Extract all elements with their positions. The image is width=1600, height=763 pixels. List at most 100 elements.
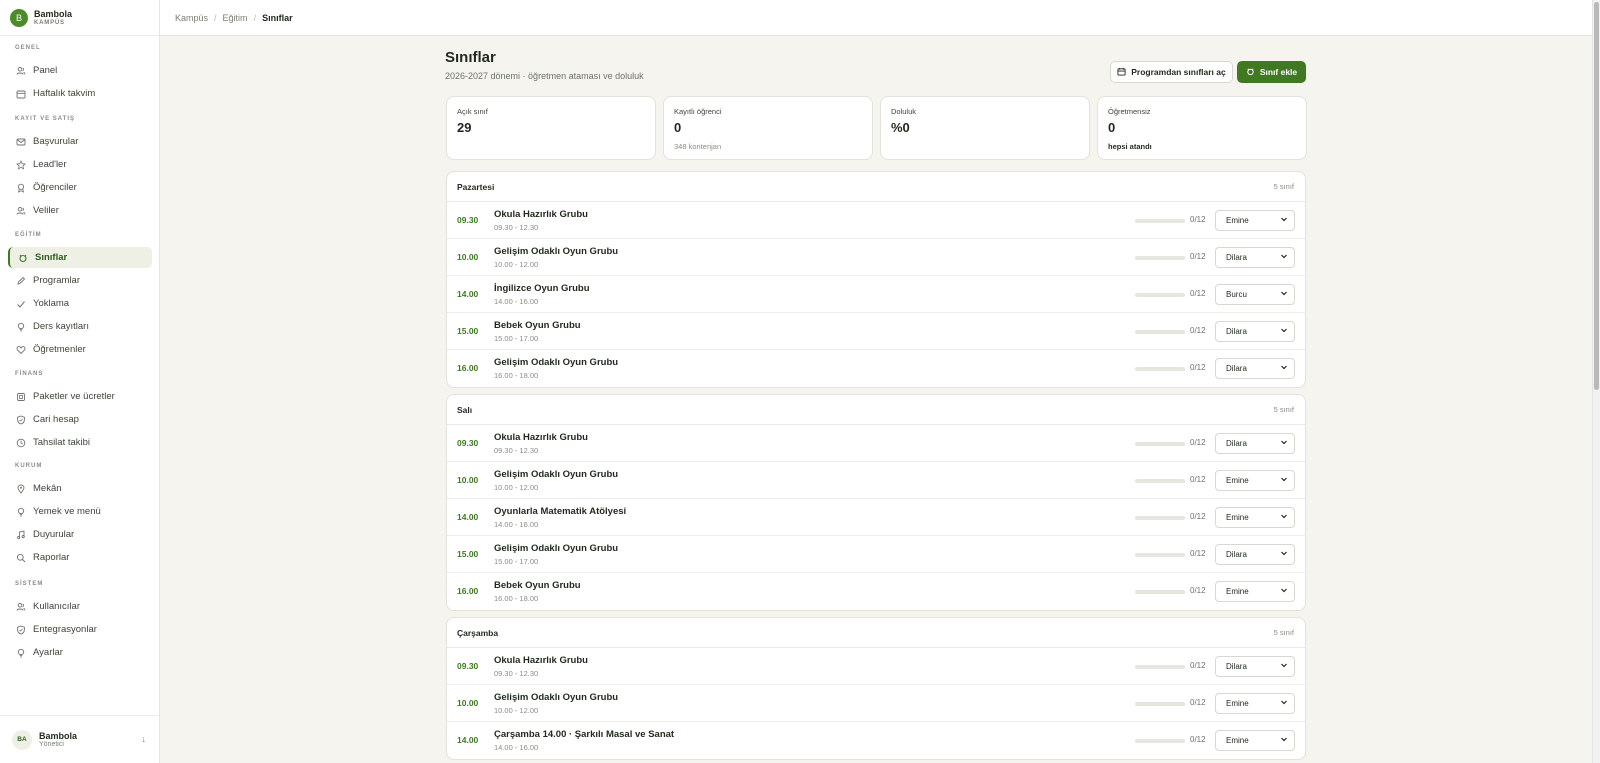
sidebar-item[interactable]: Raporlar — [8, 547, 152, 568]
teacher-select-value: Dilara — [1226, 439, 1247, 448]
stat-label: Açık sınıf — [457, 107, 488, 116]
sidebar-item[interactable]: Mekân — [8, 478, 152, 499]
class-row[interactable]: 09.30 Okula Hazırlık Grubu 09.30 - 12.30 0/… — [447, 202, 1305, 239]
class-time: 10.00 — [457, 252, 479, 262]
sidebar-item[interactable]: Haftalık takvim — [8, 83, 152, 104]
sidebar-item-label: Cari hesap — [33, 414, 79, 425]
teacher-select-value: Dilara — [1226, 662, 1247, 671]
class-row[interactable]: 09.30 Okula Hazırlık Grubu 09.30 - 12.30 0/… — [447, 425, 1305, 462]
class-title[interactable]: Okula Hazırlık Grubu — [494, 432, 588, 443]
day-class-count: 5 sınıf — [1273, 405, 1294, 414]
class-title[interactable]: Gelişim Odaklı Oyun Grubu — [494, 469, 618, 480]
star-icon — [16, 159, 26, 170]
class-row[interactable]: 16.00 Gelişim Odaklı Oyun Grubu 16.00 - 18… — [447, 350, 1305, 387]
teacher-select[interactable]: Emine — [1215, 730, 1295, 751]
sidebar-item[interactable]: Öğrenciler — [8, 177, 152, 198]
class-title[interactable]: Gelişim Odaklı Oyun Grubu — [494, 357, 618, 368]
teacher-select[interactable]: Dilara — [1215, 247, 1295, 268]
class-row[interactable]: 09.30 Okula Hazırlık Grubu 09.30 - 12.30 0/… — [447, 648, 1305, 685]
class-title[interactable]: Gelişim Odaklı Oyun Grubu — [494, 543, 618, 554]
stat-value: %0 — [891, 120, 910, 135]
class-title[interactable]: Bebek Oyun Grubu — [494, 580, 581, 591]
sidebar-item[interactable]: Veliler — [8, 200, 152, 221]
brand-logo: B — [10, 8, 28, 27]
chevron-down-icon — [1280, 215, 1288, 225]
teacher-select[interactable]: Dilara — [1215, 358, 1295, 379]
scrollbar-thumb[interactable] — [1594, 2, 1599, 390]
class-title[interactable]: Bebek Oyun Grubu — [494, 320, 581, 331]
day-card: Salı 5 sınıf 09.30 Okula Hazırlık Grubu 09.3… — [446, 394, 1306, 611]
teacher-select[interactable]: Dilara — [1215, 321, 1295, 342]
class-title[interactable]: Gelişim Odaklı Oyun Grubu — [494, 246, 618, 257]
sidebar-item[interactable]: Paketler ve ücretler — [8, 386, 152, 407]
class-title[interactable]: Oyunlarla Matematik Atölyesi — [494, 506, 626, 517]
breadcrumb-education[interactable]: Eğitim — [223, 13, 248, 23]
sidebar-item-label: Yoklama — [33, 298, 70, 309]
sidebar-item[interactable]: Yemek ve menü — [8, 501, 152, 522]
occupancy-bar — [1135, 739, 1185, 743]
sidebar-item[interactable]: Sınıflar — [8, 247, 152, 268]
teacher-select[interactable]: Emine — [1215, 581, 1295, 602]
sidebar-item[interactable]: Yoklama — [8, 293, 152, 314]
scrollbar[interactable] — [1592, 0, 1600, 763]
occupancy-count: 0/12 — [1190, 586, 1206, 595]
occupancy-count: 0/12 — [1190, 549, 1206, 558]
class-row[interactable]: 15.00 Bebek Oyun Grubu 15.00 - 17.00 0/12 Di… — [447, 313, 1305, 350]
teacher-select[interactable]: Dilara — [1215, 656, 1295, 677]
sidebar-item[interactable]: Entegrasyonlar — [8, 619, 152, 640]
occupancy-bar — [1135, 219, 1185, 223]
class-title[interactable]: İngilizce Oyun Grubu — [494, 283, 590, 294]
class-row[interactable]: 10.00 Gelişim Odaklı Oyun Grubu 10.00 - 12… — [447, 239, 1305, 276]
sidebar-item[interactable]: Cari hesap — [8, 409, 152, 430]
sidebar-item[interactable]: Öğretmenler — [8, 339, 152, 360]
brand[interactable]: B Bambola KAMPÜS — [0, 0, 159, 36]
class-row[interactable]: 10.00 Gelişim Odaklı Oyun Grubu 10.00 - 12… — [447, 685, 1305, 722]
class-row[interactable]: 16.00 Bebek Oyun Grubu 16.00 - 18.00 0/12 Em… — [447, 573, 1305, 610]
teacher-select-value: Dilara — [1226, 253, 1247, 262]
class-icon — [18, 253, 28, 263]
teacher-select[interactable]: Emine — [1215, 507, 1295, 528]
pencil-icon — [16, 276, 26, 286]
day-name: Salı — [457, 404, 473, 415]
class-title[interactable]: Okula Hazırlık Grubu — [494, 655, 588, 666]
occupancy-bar — [1135, 516, 1185, 520]
teacher-select[interactable]: Dilara — [1215, 433, 1295, 454]
user-profile[interactable]: BA Bambola Yönetici ↓ — [0, 715, 160, 763]
teacher-select[interactable]: Dilara — [1215, 544, 1295, 565]
class-row[interactable]: 14.00 İngilizce Oyun Grubu 14.00 - 16.00 0/… — [447, 276, 1305, 313]
chevron-down-icon — [1280, 252, 1288, 262]
teacher-select[interactable]: Burcu — [1215, 284, 1295, 305]
class-time: 10.00 — [457, 698, 479, 708]
teacher-select[interactable]: Emine — [1215, 210, 1295, 231]
chevron-down-icon — [1280, 475, 1288, 485]
sidebar-item[interactable]: Başvurular — [8, 131, 152, 152]
sidebar-item[interactable]: Kullanıcılar — [8, 596, 152, 617]
sidebar-item[interactable]: Duyurular — [8, 524, 152, 545]
sidebar-item-label: Tahsilat takibi — [33, 437, 91, 448]
class-title[interactable]: Çarşamba 14.00 · Şarkılı Masal ve Sanat — [494, 729, 674, 740]
add-class-button[interactable]: Sınıf ekle — [1237, 61, 1306, 83]
class-title[interactable]: Gelişim Odaklı Oyun Grubu — [494, 692, 618, 703]
class-row[interactable]: 15.00 Gelişim Odaklı Oyun Grubu 15.00 - 17… — [447, 536, 1305, 573]
teacher-select[interactable]: Emine — [1215, 470, 1295, 491]
arrow-down-icon[interactable]: ↓ — [142, 734, 147, 744]
sidebar-item[interactable]: Ders kayıtları — [8, 316, 152, 337]
open-from-program-button[interactable]: Programdan sınıfları aç — [1110, 61, 1233, 83]
day-name: Pazartesi — [457, 181, 495, 192]
teacher-select-value: Emine — [1226, 476, 1249, 485]
sidebar-item[interactable]: Ayarlar — [8, 642, 152, 663]
sidebar-item[interactable]: Panel — [8, 60, 152, 81]
chevron-down-icon — [1280, 512, 1288, 522]
music-icon — [16, 529, 26, 540]
teacher-select[interactable]: Emine — [1215, 693, 1295, 714]
class-row[interactable]: 10.00 Gelişim Odaklı Oyun Grubu 10.00 - 12… — [447, 462, 1305, 499]
breadcrumb-campus[interactable]: Kampüs — [175, 13, 208, 23]
occupancy-count: 0/12 — [1190, 735, 1206, 744]
class-title[interactable]: Okula Hazırlık Grubu — [494, 209, 588, 220]
stat-label: Öğretmensiz — [1108, 107, 1151, 116]
sidebar-item[interactable]: Tahsilat takibi — [8, 432, 152, 453]
class-row[interactable]: 14.00 Oyunlarla Matematik Atölyesi 14.00 -… — [447, 499, 1305, 536]
sidebar-item[interactable]: Programlar — [8, 270, 152, 291]
sidebar-item[interactable]: Lead'ler — [8, 154, 152, 175]
class-row[interactable]: 14.00 Çarşamba 14.00 · Şarkılı Masal ve S… — [447, 722, 1305, 759]
